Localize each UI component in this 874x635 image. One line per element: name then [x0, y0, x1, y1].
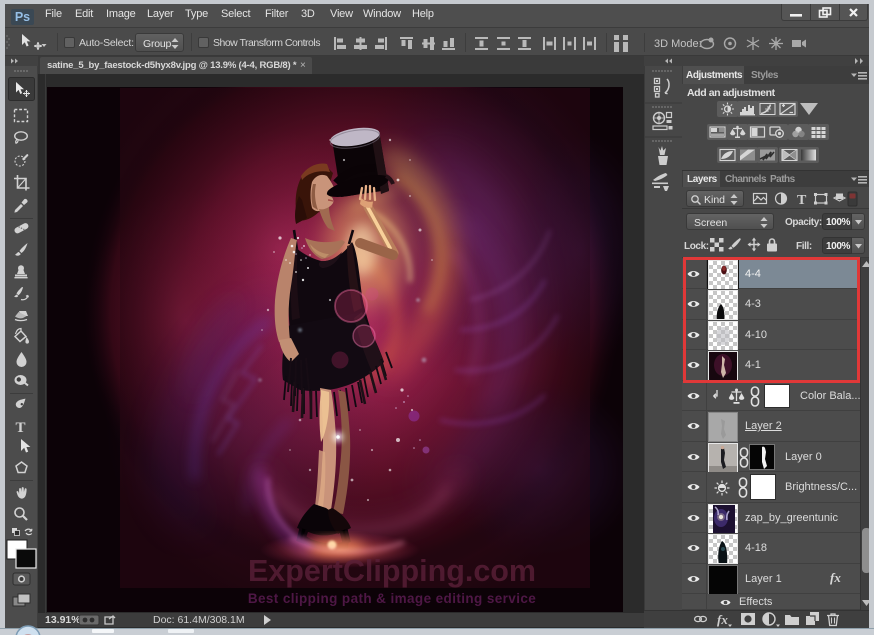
svg-text:3D Mode:: 3D Mode:	[654, 38, 702, 50]
svg-text:ExpertClipping.com: ExpertClipping.com	[248, 554, 536, 588]
svg-text:Best clipping path & image edi: Best clipping path & image editing servi…	[248, 591, 536, 606]
svg-text:T: T	[16, 420, 26, 436]
svg-text:fx: fx	[717, 612, 728, 627]
svg-text:T: T	[797, 193, 807, 208]
